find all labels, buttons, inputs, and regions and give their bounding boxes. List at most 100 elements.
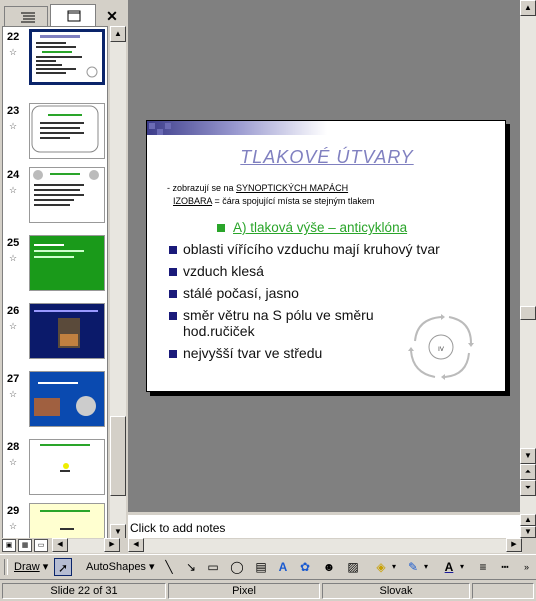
status-empty-cell <box>472 583 534 599</box>
bullet-square-icon <box>169 246 177 254</box>
slide-number: 25 <box>7 237 20 249</box>
slide-preview <box>29 235 105 291</box>
scroll-right-icon[interactable]: ▶ <box>104 538 120 552</box>
current-slide[interactable]: TLAKOVÉ ÚTVARY - zobrazují se na SYNOPTI… <box>146 120 506 392</box>
scroll-thumb[interactable] <box>520 306 536 320</box>
insert-picture-icon[interactable]: ▨ <box>344 558 362 576</box>
bullet-square-icon <box>169 350 177 358</box>
slide-preview <box>29 371 105 427</box>
line-style-icon[interactable]: ≡ <box>474 558 492 576</box>
slide-preview <box>29 439 105 495</box>
slide-number: 24 <box>7 169 20 181</box>
tab-outline[interactable] <box>4 6 48 26</box>
intro-term: SYNOPTICKÝCH MAPÁCH <box>236 183 349 193</box>
scroll-left-icon[interactable]: ◀ <box>128 538 144 552</box>
slide-thumb-22[interactable]: 22 ☆ <box>3 29 107 91</box>
bullet-text: nejvyšší tvar ve středu <box>183 345 323 361</box>
bullet-square-icon <box>169 290 177 298</box>
bullet-text: směr větru na S pólu ve směru <box>183 307 374 323</box>
clip-art-icon[interactable]: ☻ <box>320 558 338 576</box>
scroll-up-icon[interactable]: ▲ <box>520 0 536 16</box>
dash-style-icon[interactable]: ┅ <box>496 558 514 576</box>
thumbnail-scrollbar[interactable]: ▲ ▼ <box>110 26 126 540</box>
drawing-toolbar: Draw ▾ ➚ AutoShapes ▾ ╲ ↘ ▭ ◯ ▤ A ✿ ☻ ▨ … <box>0 554 536 578</box>
cyclone-label: IV <box>438 347 444 353</box>
toolbar-options-icon[interactable]: » <box>524 559 529 575</box>
text-box-icon[interactable]: ▤ <box>252 558 270 576</box>
slide-thumb-25[interactable]: 25 ☆ <box>3 235 107 297</box>
definition-text: = čára spojující místa se stejným tlakem <box>212 196 375 206</box>
slide-number: 29 <box>7 505 20 517</box>
slide-number: 28 <box>7 441 20 453</box>
slide-thumb-28[interactable]: 28 ☆ <box>3 439 107 501</box>
language-status[interactable]: Slovak <box>322 583 470 599</box>
slide-thumb-29[interactable]: 29 ☆ <box>3 503 107 539</box>
scroll-down-icon[interactable]: ▼ <box>520 526 536 538</box>
scroll-down-icon[interactable]: ▼ <box>520 448 536 464</box>
anticyclone-diagram[interactable]: IV <box>405 311 477 383</box>
diagram-icon[interactable]: ✿ <box>296 558 314 576</box>
slide-thumb-23[interactable]: 23 ☆ <box>3 103 107 165</box>
slide-number: 26 <box>7 305 20 317</box>
slide-title[interactable]: TLAKOVÉ ÚTVARY <box>147 147 507 168</box>
slide-header-gradient <box>147 121 327 135</box>
bullet-text: oblasti vířícího vzduchu mají kruhový tv… <box>183 241 440 257</box>
left-hscrollbar[interactable]: ◀ ▶ <box>52 538 120 553</box>
slide-scrollbar[interactable]: ▲ ▼ ⏶ ⏷ <box>520 0 536 512</box>
slide-number: 23 <box>7 105 20 117</box>
subheading-text: A) tlaková výše – anticyklóna <box>233 220 408 235</box>
slideshow-icon[interactable]: ▭ <box>34 539 48 552</box>
slide-thumb-27[interactable]: 27 ☆ <box>3 371 107 433</box>
select-objects-icon[interactable]: ➚ <box>54 558 72 576</box>
tab-slides[interactable] <box>50 4 96 26</box>
toolbar-grip[interactable] <box>4 559 8 575</box>
status-bar: Slide 22 of 31 Pixel Slovak <box>0 579 536 601</box>
slide-editing-area: TLAKOVÉ ÚTVARY - zobrazují se na SYNOPTI… <box>128 0 520 512</box>
definition-term: IZOBARA <box>173 196 213 206</box>
line-icon[interactable]: ╲ <box>160 558 178 576</box>
slide-preview <box>29 503 105 539</box>
line-color-icon[interactable]: ✎ <box>404 558 422 576</box>
scroll-thumb[interactable] <box>110 416 126 496</box>
transition-star-icon: ☆ <box>9 185 18 195</box>
slide-intro-line[interactable]: - zobrazují se na SYNOPTICKÝCH MAPÁCH <box>167 183 348 193</box>
slide-thumbnail-list: 22 ☆ 23 ☆ 24 ☆ 25 ☆ 26 ☆ 27 ☆ 28 ☆ 29 ☆ <box>2 26 108 540</box>
slide-thumb-26[interactable]: 26 ☆ <box>3 303 107 365</box>
scroll-right-icon[interactable]: ▶ <box>506 538 522 552</box>
bullet-square-icon <box>169 268 177 276</box>
outline-icon <box>21 12 35 23</box>
fill-color-icon[interactable]: ◈ <box>372 558 390 576</box>
transition-star-icon: ☆ <box>9 47 18 57</box>
scroll-left-icon[interactable]: ◀ <box>52 538 68 552</box>
slide-definition-line[interactable]: IZOBARA = čára spojující místa se stejný… <box>173 196 374 206</box>
transition-star-icon: ☆ <box>9 321 18 331</box>
fill-color-dropdown-icon[interactable]: ▾ <box>392 559 396 575</box>
close-pane-icon[interactable]: ✕ <box>104 8 120 24</box>
notes-scrollbar[interactable]: ▲ ▼ <box>520 512 536 540</box>
arrow-icon[interactable]: ↘ <box>182 558 200 576</box>
slide-subheading[interactable]: A) tlaková výše – anticyklóna <box>217 220 407 235</box>
previous-slide-icon[interactable]: ⏶ <box>520 464 536 480</box>
intro-prefix: - zobrazují se na <box>167 183 237 193</box>
draw-menu-button[interactable]: Draw ▾ <box>14 559 48 575</box>
slide-sorter-icon[interactable]: ▦ <box>18 539 32 552</box>
wordart-icon[interactable]: A <box>274 558 292 576</box>
notes-placeholder[interactable]: Click to add notes <box>130 521 225 535</box>
normal-view-icon[interactable]: ▣ <box>2 539 16 552</box>
autoshapes-menu-button[interactable]: AutoShapes ▾ <box>86 559 155 575</box>
line-color-dropdown-icon[interactable]: ▾ <box>424 559 428 575</box>
next-slide-icon[interactable]: ⏷ <box>520 480 536 496</box>
scroll-up-icon[interactable]: ▲ <box>520 514 536 526</box>
notes-pane[interactable]: Click to add notes <box>128 512 522 540</box>
slide-preview <box>29 103 105 159</box>
slide-thumb-24[interactable]: 24 ☆ <box>3 167 107 229</box>
slide-preview <box>29 167 105 223</box>
rectangle-icon[interactable]: ▭ <box>204 558 222 576</box>
draw-label: Draw <box>14 561 40 573</box>
oval-icon[interactable]: ◯ <box>228 558 246 576</box>
font-color-dropdown-icon[interactable]: ▾ <box>460 559 464 575</box>
font-color-icon[interactable]: A <box>440 558 458 576</box>
main-hscrollbar[interactable]: ◀ ▶ <box>128 538 522 553</box>
autoshapes-label: AutoShapes <box>86 561 146 573</box>
scroll-up-icon[interactable]: ▲ <box>110 26 126 42</box>
